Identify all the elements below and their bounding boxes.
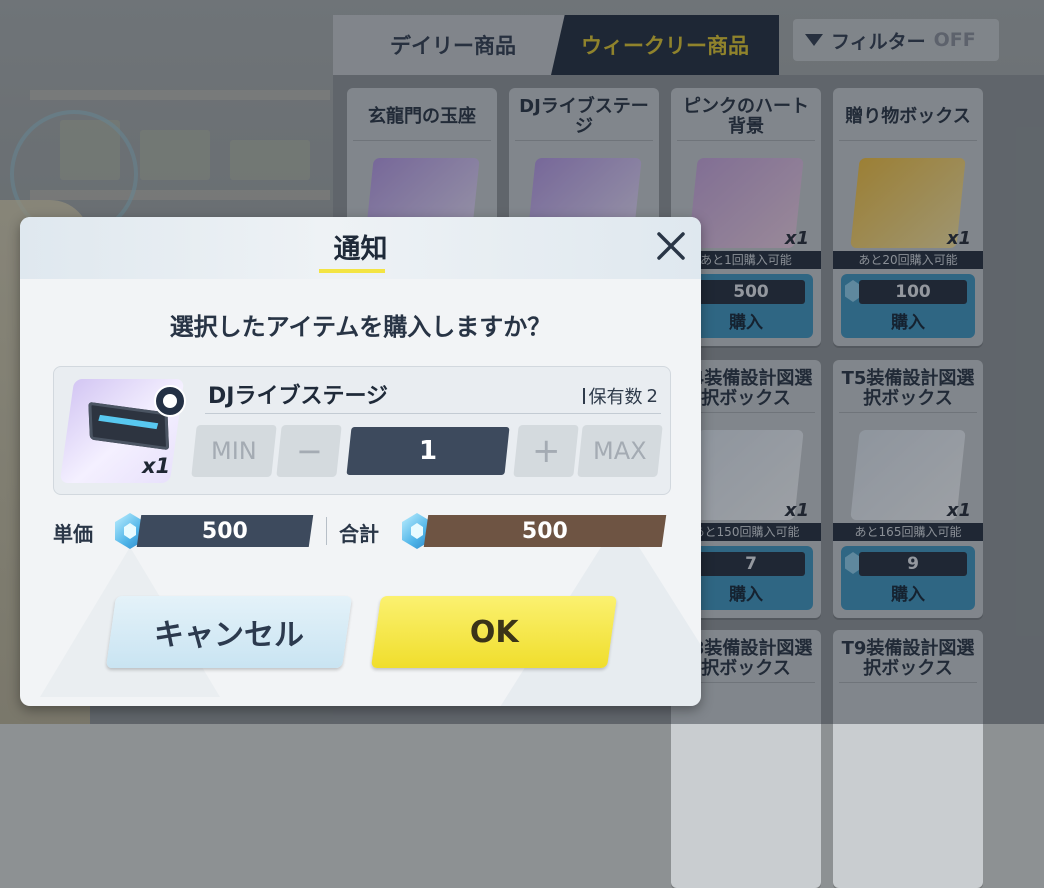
ok-label: OK: [469, 614, 519, 650]
owned-value: 2: [646, 385, 658, 407]
price-row: 単価 500 合計 500: [53, 513, 669, 549]
total-price-bar: 500: [423, 515, 667, 547]
quantity-display: 1: [346, 427, 510, 475]
owned-divider: [582, 388, 585, 404]
dialog-title: 通知: [333, 234, 388, 265]
minus-icon: −: [295, 432, 323, 470]
plus-button[interactable]: +: [513, 425, 579, 477]
plus-icon: +: [531, 431, 561, 471]
close-icon[interactable]: [651, 226, 691, 266]
item-name: DJライブステージ: [208, 384, 389, 409]
item-detail-box: x1 DJライブステージ 保有数 2 MIN − 1 + MAX: [53, 366, 671, 495]
min-button[interactable]: MIN: [191, 425, 277, 477]
face-icon: [154, 385, 186, 417]
min-label: MIN: [211, 437, 257, 465]
unit-price-label: 単価: [53, 522, 93, 546]
max-label: MAX: [593, 437, 647, 465]
item-quantity-badge: x1: [142, 454, 171, 478]
owned-count: 保有数 2: [582, 383, 658, 409]
purchase-confirm-dialog: 通知 選択したアイテムを購入しますか？ x1 DJライブステージ 保有数 2 M…: [20, 217, 701, 706]
unit-price-bar: 500: [136, 515, 314, 547]
cancel-label: キャンセル: [154, 618, 304, 653]
cancel-button[interactable]: キャンセル: [105, 596, 353, 668]
quantity-value: 1: [418, 436, 438, 466]
minus-button[interactable]: −: [276, 425, 342, 477]
total-label: 合計: [339, 522, 379, 546]
total-value: 500: [522, 518, 568, 544]
title-underline: [319, 269, 385, 273]
unit-price-value: 500: [202, 518, 248, 544]
confirm-question: 選択したアイテムを購入しますか？: [169, 313, 552, 341]
owned-label: 保有数: [588, 387, 643, 408]
price-separator: [326, 517, 327, 545]
item-divider: [205, 413, 661, 414]
max-button[interactable]: MAX: [577, 425, 663, 477]
ok-button[interactable]: OK: [370, 596, 618, 668]
